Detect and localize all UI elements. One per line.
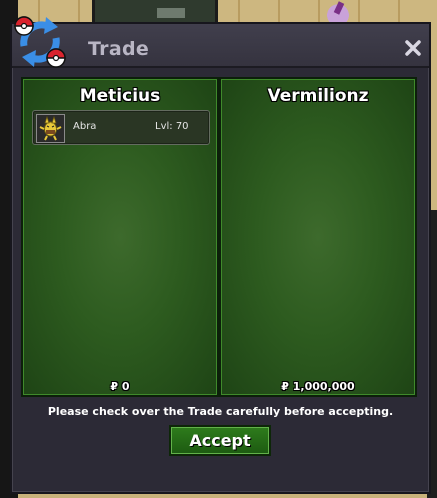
trainer-name-self: Meticius <box>79 86 161 106</box>
pokemon-level: Lvl: 70 <box>155 121 189 132</box>
trade-window: Trade Meticius Abra Lvl: 70 ₽ 0 Vermilio… <box>10 16 431 494</box>
pokemon-name: Abra <box>73 121 97 132</box>
trade-warning-text: Please check over the Trade carefully be… <box>47 405 394 418</box>
trainer-name-partner: Vermilionz <box>267 86 369 106</box>
money-offer-partner: ₽ 1,000,000 <box>281 380 355 393</box>
trade-swap-icon <box>14 16 66 68</box>
game-world-npc <box>318 2 358 24</box>
game-world-building <box>92 0 218 24</box>
money-offer-self: ₽ 0 <box>110 380 130 393</box>
trade-window-title: Trade <box>88 38 150 60</box>
trade-window-titlebar[interactable]: Trade <box>12 24 429 68</box>
abra-sprite-icon <box>36 114 65 143</box>
accept-button[interactable]: Accept <box>169 425 271 456</box>
close-icon[interactable] <box>403 38 423 58</box>
offered-pokemon-slot[interactable]: Abra Lvl: 70 <box>32 110 210 145</box>
offer-panel-self: Meticius Abra Lvl: 70 ₽ 0 <box>21 77 219 397</box>
offer-panel-partner: Vermilionz ₽ 1,000,000 <box>219 77 417 397</box>
